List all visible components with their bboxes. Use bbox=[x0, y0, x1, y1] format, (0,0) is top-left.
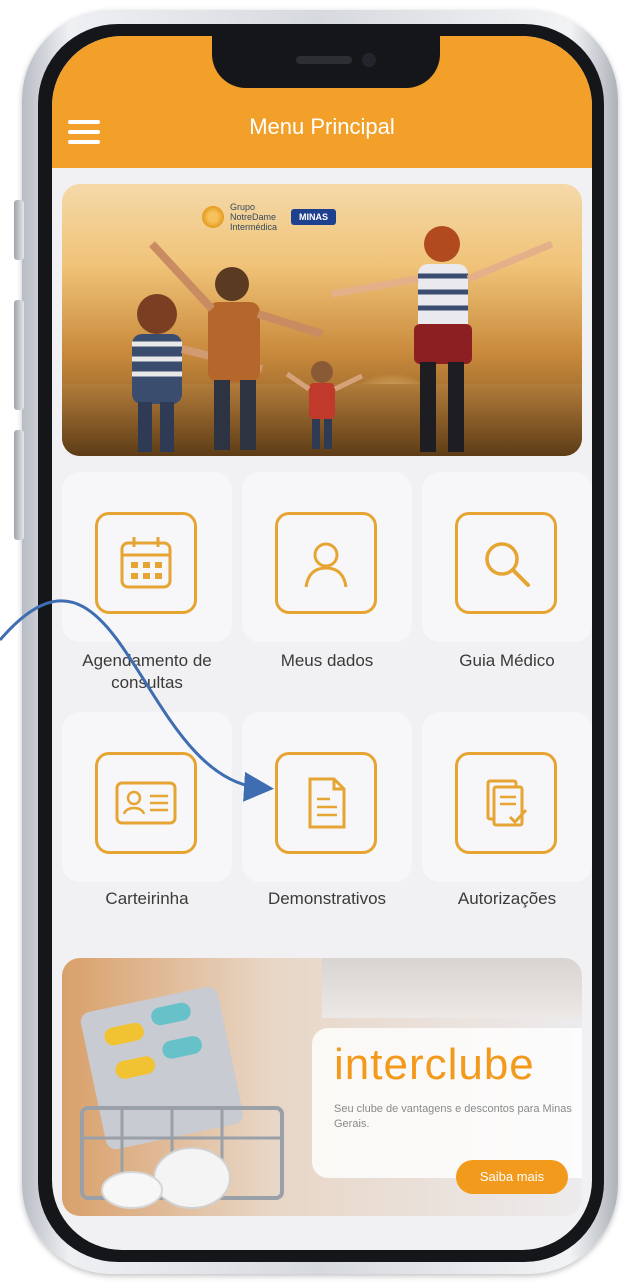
annotation-arrow bbox=[0, 599, 274, 802]
phone-notch bbox=[212, 36, 440, 88]
front-camera bbox=[362, 53, 376, 67]
speaker-grille bbox=[296, 56, 352, 64]
